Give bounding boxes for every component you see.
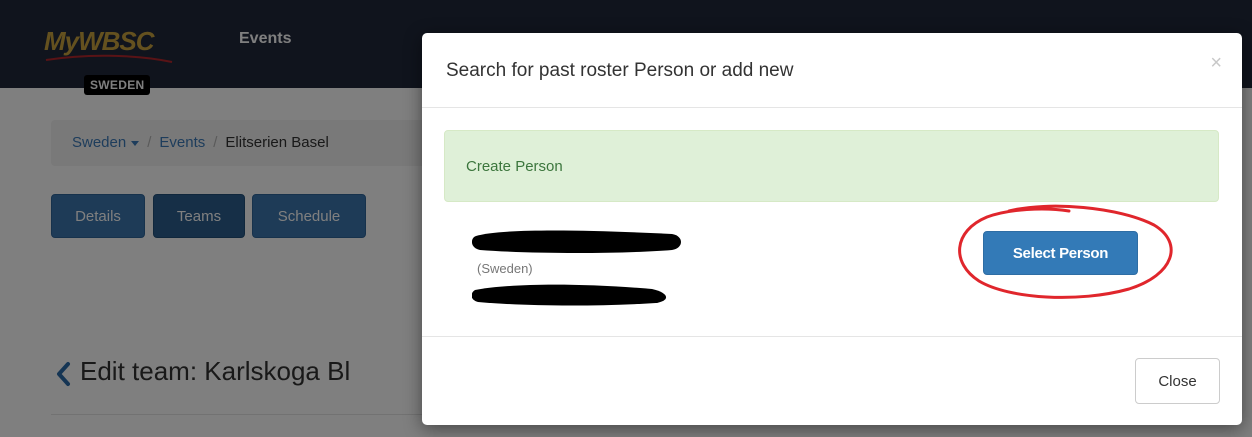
search-person-modal: Search for past roster Person or add new… (422, 33, 1242, 425)
redaction-mark (472, 230, 681, 253)
redaction-mark (472, 284, 666, 306)
close-button[interactable]: Close (1135, 358, 1220, 404)
create-person-button[interactable]: Create Person (444, 130, 1219, 202)
modal-footer: Close (422, 336, 1242, 425)
modal-title: Search for past roster Person or add new (446, 60, 794, 81)
close-icon[interactable]: × (1210, 53, 1222, 73)
modal-header: Search for past roster Person or add new… (422, 33, 1242, 108)
person-country: (Sweden) (477, 261, 533, 276)
person-result-row: (Sweden) Select Person (444, 204, 1219, 318)
select-person-button[interactable]: Select Person (983, 231, 1138, 275)
